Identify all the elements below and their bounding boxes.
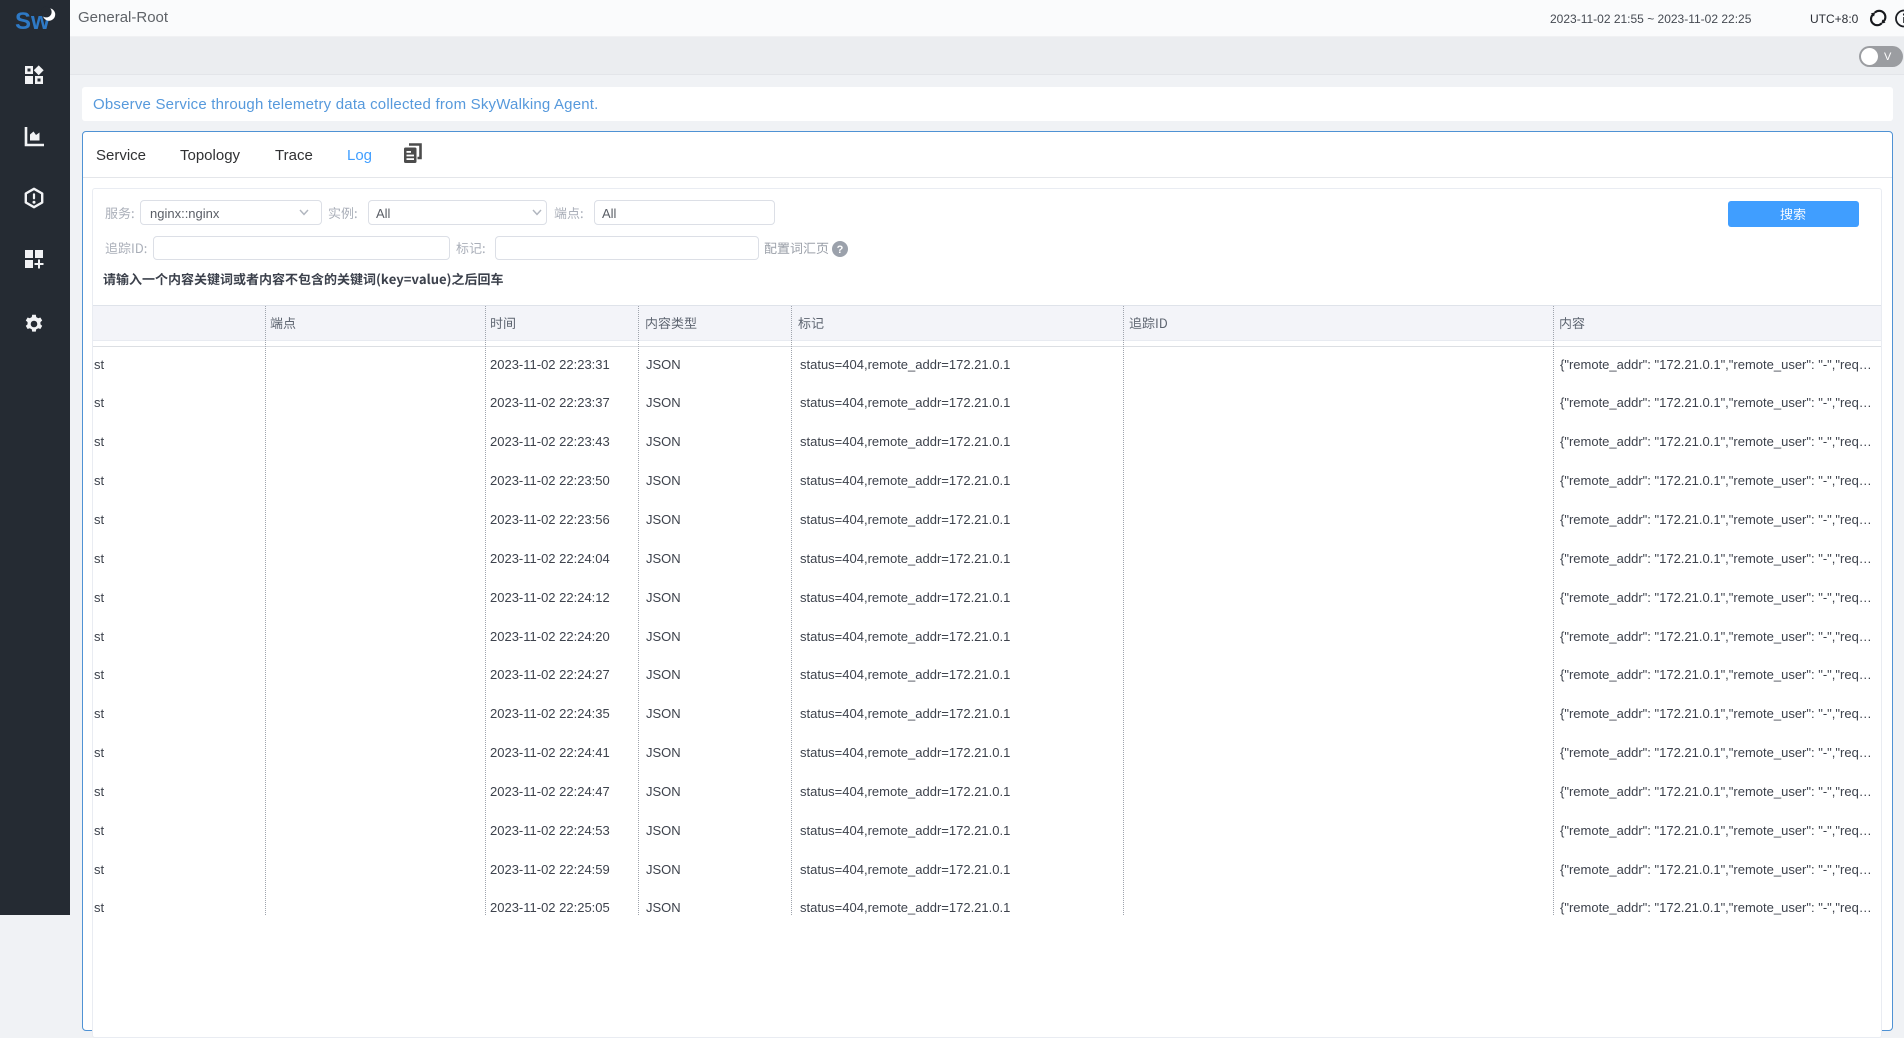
svg-text:?: ?	[837, 244, 844, 256]
